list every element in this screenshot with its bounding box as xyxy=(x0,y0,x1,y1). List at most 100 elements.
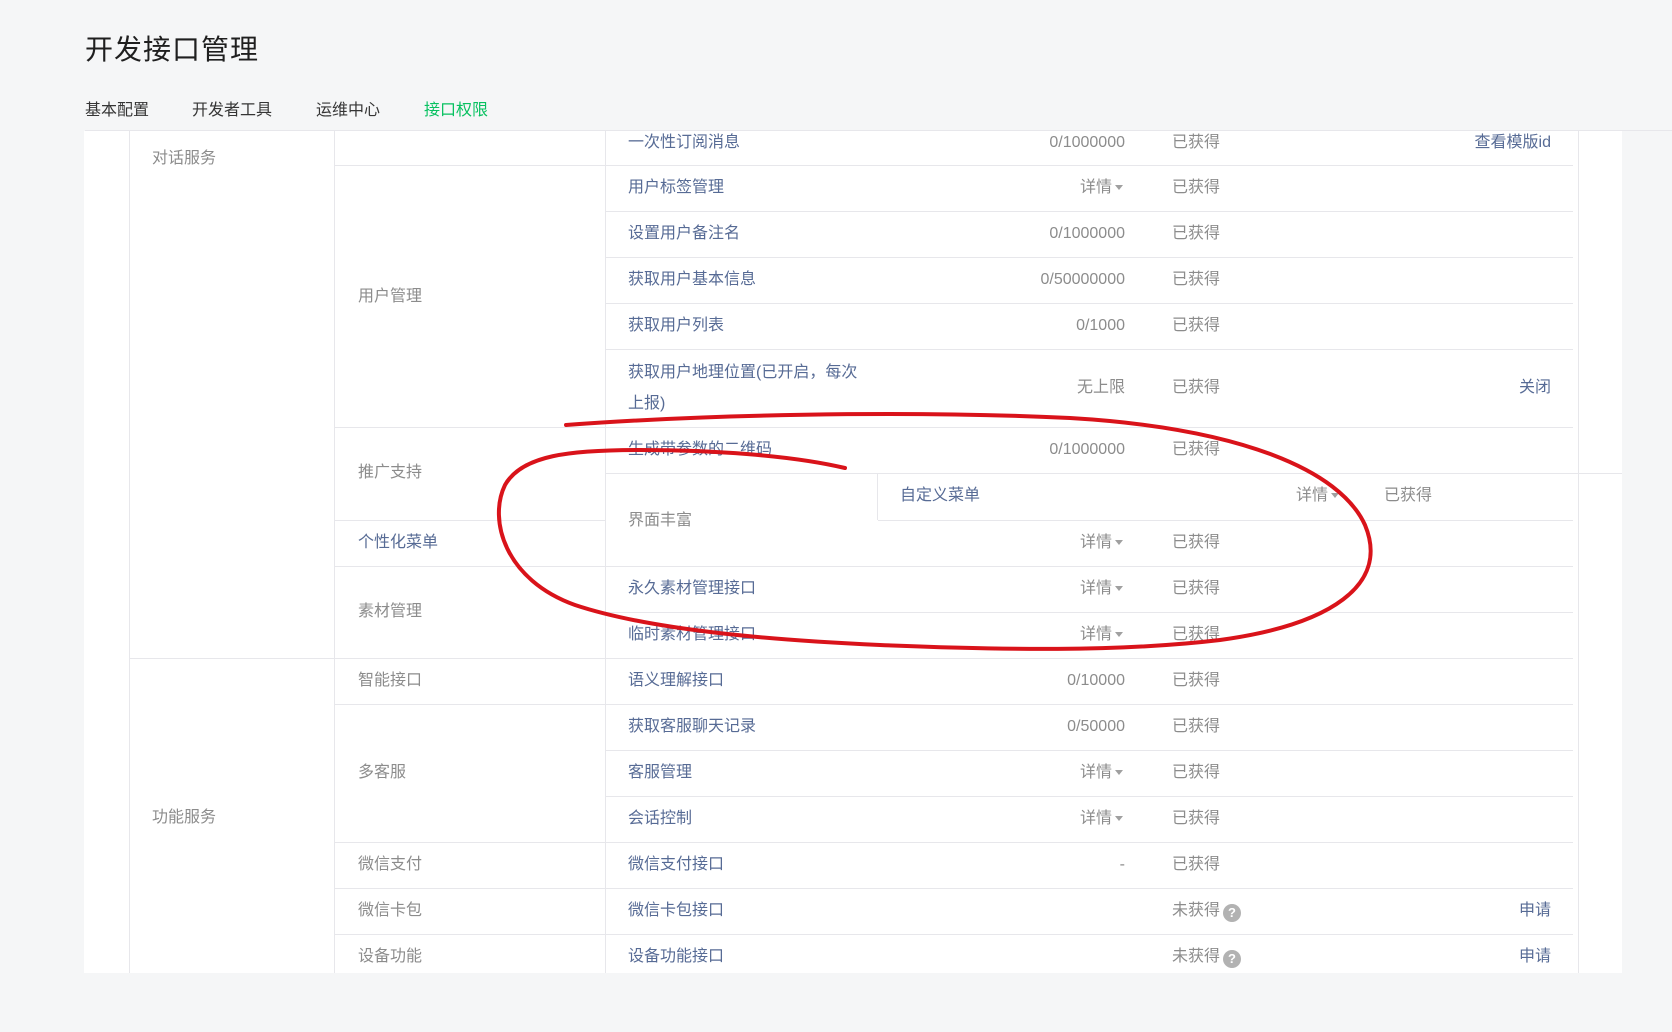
api-status: 已获得 xyxy=(1172,225,1221,242)
details-dropdown[interactable]: 详情 xyxy=(1080,762,1124,784)
group-smart-interface: 智能接口 xyxy=(358,672,423,689)
group-wechat-card: 微信卡包 xyxy=(358,902,423,919)
api-status: 已获得 xyxy=(1172,856,1221,873)
details-dropdown[interactable]: 详情 xyxy=(1080,624,1124,646)
tab-api-permissions[interactable]: 接口权限 xyxy=(424,96,489,132)
apply-button[interactable]: 申请 xyxy=(1401,900,1551,922)
help-icon[interactable]: ? xyxy=(1223,950,1242,968)
group-user-management: 用户管理 xyxy=(358,288,423,305)
api-name-get-user-list[interactable]: 获取用户列表 xyxy=(628,315,724,337)
api-status: 已获得 xyxy=(1172,441,1221,458)
view-template-id-link[interactable]: 查看模版id xyxy=(1401,132,1551,154)
row-divider xyxy=(130,658,1573,659)
apply-button[interactable]: 申请 xyxy=(1401,946,1551,968)
api-name-session-control[interactable]: 会话控制 xyxy=(628,808,692,830)
api-name-one-time-subscribe[interactable]: 一次性订阅消息 xyxy=(628,132,740,154)
row-divider xyxy=(605,303,1573,304)
details-label: 详情 xyxy=(1080,626,1113,643)
tab-ops-center[interactable]: 运维中心 xyxy=(316,96,380,130)
status-label: 未获得 xyxy=(1172,948,1221,965)
group-wechat-pay: 微信支付 xyxy=(358,856,423,873)
api-status: 已获得 xyxy=(1172,580,1221,597)
api-quota: 0/50000 xyxy=(1067,718,1125,735)
caret-down-icon xyxy=(1115,586,1124,592)
details-label: 详情 xyxy=(1080,580,1113,597)
row-divider xyxy=(605,211,1573,212)
row-divider xyxy=(605,612,1573,613)
api-name-temporary-material[interactable]: 临时素材管理接口 xyxy=(628,624,756,646)
api-quota: 无上限 xyxy=(1076,379,1125,396)
api-name-custom-menu[interactable]: 自定义菜单 xyxy=(900,485,980,507)
row-divider xyxy=(335,165,1573,166)
api-name-semantic-understanding[interactable]: 语义理解接口 xyxy=(628,670,724,692)
row-divider xyxy=(335,888,1573,889)
status-label: 未获得 xyxy=(1172,902,1221,919)
api-status: 未获得? xyxy=(1172,900,1242,922)
table-border-left xyxy=(129,131,130,973)
api-quota: 0/50000000 xyxy=(1040,271,1125,288)
row-divider xyxy=(605,796,1573,797)
caret-down-icon xyxy=(1115,540,1124,546)
api-status: 已获得 xyxy=(1172,764,1221,781)
details-label: 详情 xyxy=(1296,487,1329,504)
category-function-service: 功能服务 xyxy=(152,809,217,826)
column-divider xyxy=(877,474,878,520)
column-divider xyxy=(334,131,335,973)
table-border-right xyxy=(1578,131,1579,973)
caret-down-icon xyxy=(1115,632,1124,638)
row-divider xyxy=(605,473,1622,474)
api-name-get-user-info[interactable]: 获取用户基本信息 xyxy=(628,269,756,291)
details-label: 详情 xyxy=(1080,534,1113,551)
row-divider xyxy=(878,520,1573,521)
caret-down-icon xyxy=(1115,816,1124,822)
group-device-function: 设备功能 xyxy=(358,948,423,965)
caret-down-icon xyxy=(1115,770,1124,776)
category-dialog-service: 对话服务 xyxy=(152,150,217,167)
caret-down-icon xyxy=(1331,493,1340,499)
api-name-wechat-card[interactable]: 微信卡包接口 xyxy=(628,900,724,922)
details-dropdown[interactable]: 详情 xyxy=(1080,532,1124,554)
api-quota: 0/10000 xyxy=(1067,672,1125,689)
api-name-set-user-remark[interactable]: 设置用户备注名 xyxy=(628,223,740,245)
help-icon[interactable]: ? xyxy=(1223,904,1242,922)
api-status: 已获得 xyxy=(1172,718,1221,735)
api-status: 已获得 xyxy=(1172,810,1221,827)
details-label: 详情 xyxy=(1080,179,1113,196)
row-divider xyxy=(605,349,1573,350)
details-dropdown[interactable]: 详情 xyxy=(1080,808,1124,830)
api-quota: 0/1000000 xyxy=(1049,441,1125,458)
api-status: 已获得 xyxy=(1172,179,1221,196)
api-name-get-user-location[interactable]: 获取用户地理位置(已开启，每次上报) xyxy=(628,357,858,419)
group-personalized-menu[interactable]: 个性化菜单 xyxy=(358,532,438,554)
caret-down-icon xyxy=(1115,185,1124,191)
group-ui-rich: 界面丰富 xyxy=(628,512,693,529)
permission-table: 对话服务 功能服务 用户管理 推广支持 个性化菜单 素材管理 智能接口 多客服 … xyxy=(84,131,1622,973)
api-status: 已获得 xyxy=(1172,626,1221,643)
api-status: 已获得 xyxy=(1172,534,1221,551)
api-name-generate-qrcode[interactable]: 生成带参数的二维码 xyxy=(628,439,772,461)
row-divider xyxy=(335,842,1573,843)
close-location-link[interactable]: 关闭 xyxy=(1401,377,1551,399)
row-divider xyxy=(335,934,1573,935)
api-status: 已获得 xyxy=(1172,134,1221,151)
tab-developer-tools[interactable]: 开发者工具 xyxy=(192,96,272,130)
api-name-device-function[interactable]: 设备功能接口 xyxy=(628,946,724,968)
tab-basic-config[interactable]: 基本配置 xyxy=(85,96,149,130)
api-status: 已获得 xyxy=(1172,317,1221,334)
api-status: 已获得 xyxy=(1172,379,1221,396)
api-name-permanent-material[interactable]: 永久素材管理接口 xyxy=(628,578,756,600)
api-status: 未获得? xyxy=(1172,946,1242,968)
api-status: 已获得 xyxy=(1172,672,1221,689)
api-quota: 0/1000000 xyxy=(1049,225,1125,242)
api-name-cs-management[interactable]: 客服管理 xyxy=(628,762,692,784)
api-name-wechat-pay[interactable]: 微信支付接口 xyxy=(628,854,724,876)
group-promotion-support: 推广支持 xyxy=(358,464,423,481)
api-name-user-tag-management[interactable]: 用户标签管理 xyxy=(628,177,724,199)
api-name-cs-chat-records[interactable]: 获取客服聊天记录 xyxy=(628,716,756,738)
row-divider xyxy=(335,566,1573,567)
api-quota: 0/1000000 xyxy=(1049,134,1125,151)
details-dropdown[interactable]: 详情 xyxy=(1296,485,1340,507)
details-dropdown[interactable]: 详情 xyxy=(1080,578,1124,600)
row-divider xyxy=(335,520,605,521)
details-dropdown[interactable]: 详情 xyxy=(1080,177,1124,199)
